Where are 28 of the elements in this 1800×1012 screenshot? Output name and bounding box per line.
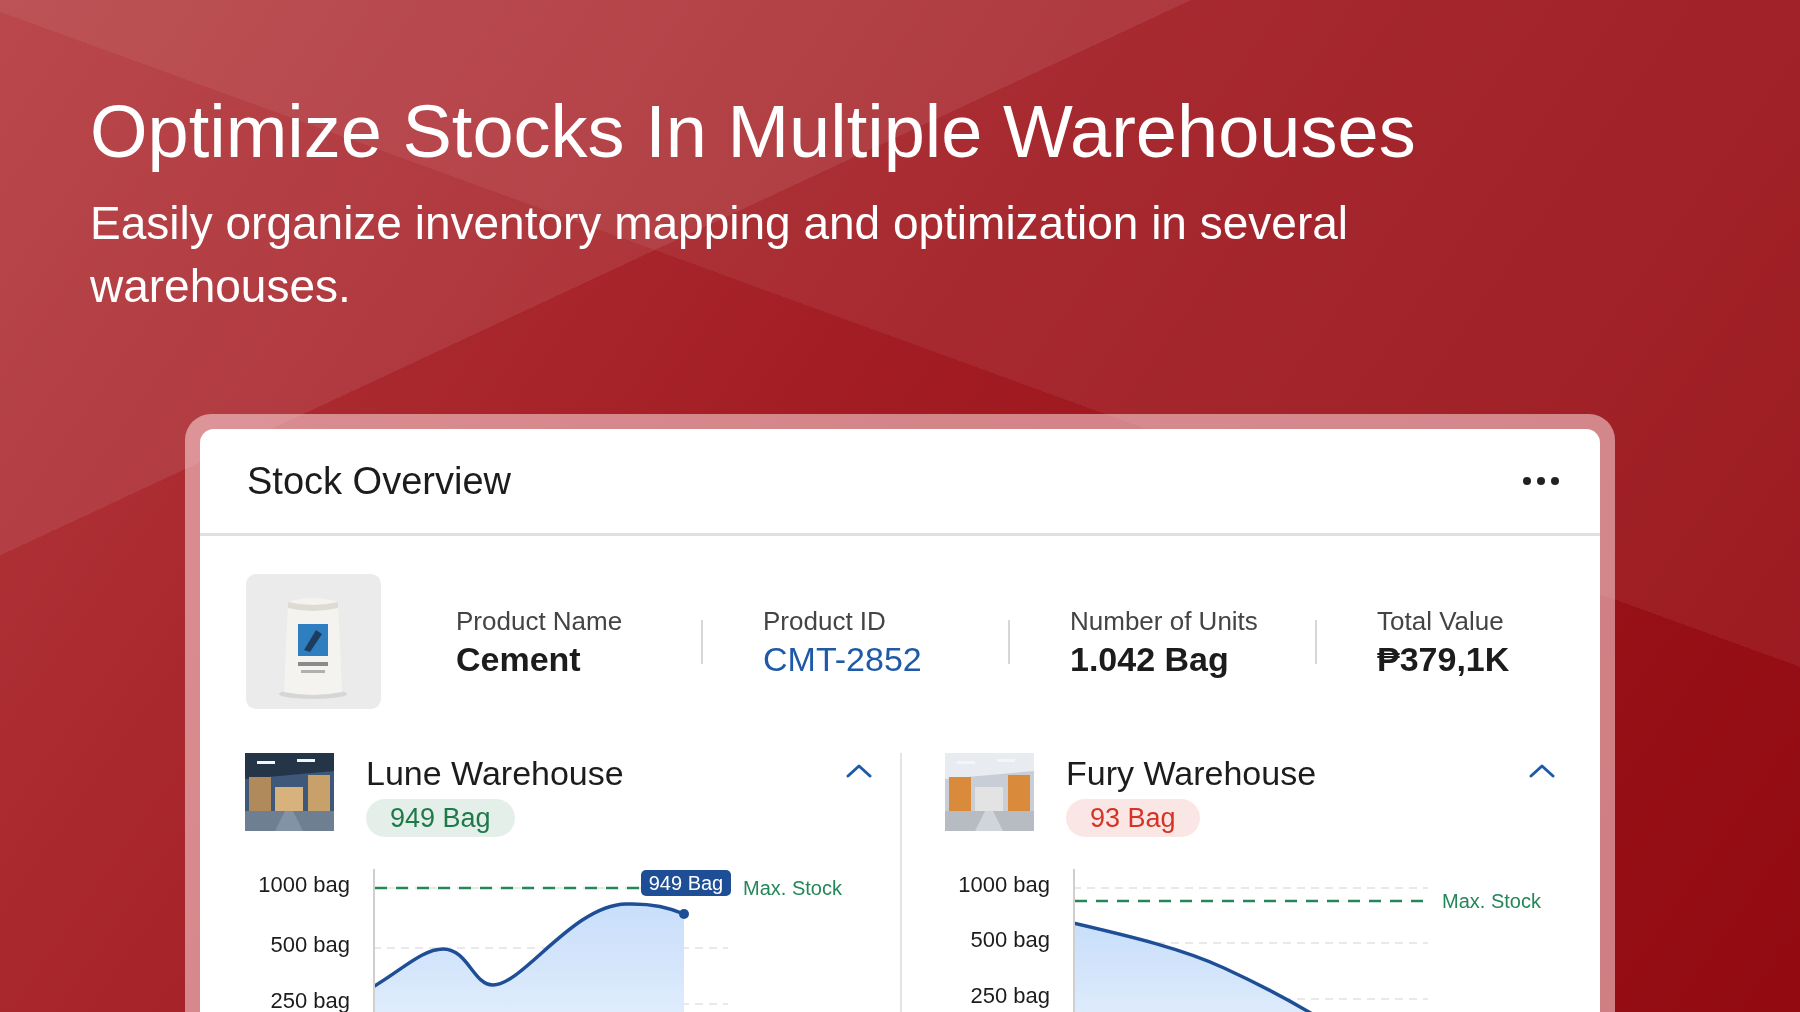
more-icon[interactable] <box>1522 476 1560 486</box>
field-value: ₱379,1K <box>1377 638 1510 680</box>
field-label: Product Name <box>456 604 624 638</box>
warehouse-name: Lune Warehouse <box>366 753 624 793</box>
data-point <box>679 909 689 919</box>
product-id-link[interactable]: CMT-2852 <box>763 637 1008 680</box>
subtitle: Easily organize inventory mapping and optimization in several warehouses. <box>90 196 1349 314</box>
axis-label: 500 bag <box>270 931 350 959</box>
chevron-up-icon[interactable] <box>846 763 872 779</box>
axis-label: 250 bag <box>970 982 1050 1010</box>
axis-label: 500 bag <box>970 926 1050 954</box>
axis-label: 250 bag <box>270 987 350 1012</box>
stock-badge: 949 Bag <box>366 799 515 837</box>
headline: Optimize Stocks In Multiple Warehouses <box>90 92 1417 172</box>
field-label: Number of Units <box>1070 604 1259 638</box>
axis-label: 1000 bag <box>258 871 350 899</box>
field-value: Cement <box>456 638 582 680</box>
stock-badge: 93 Bag <box>1066 799 1200 837</box>
max-stock-label: Max. Stock <box>743 876 842 900</box>
warehouse-name: Fury Warehouse <box>1066 753 1317 793</box>
max-stock-label: Max. Stock <box>1442 889 1541 913</box>
field-label: Total Value <box>1377 604 1505 638</box>
field-value: 1.042 Bag <box>1070 638 1230 680</box>
value-tooltip: 949 Bag <box>641 870 731 896</box>
chevron-up-icon[interactable] <box>1529 763 1555 779</box>
card-title: Stock Overview <box>247 459 511 503</box>
axis-label: 1000 bag <box>958 871 1050 899</box>
field-label: Product ID <box>763 604 887 638</box>
